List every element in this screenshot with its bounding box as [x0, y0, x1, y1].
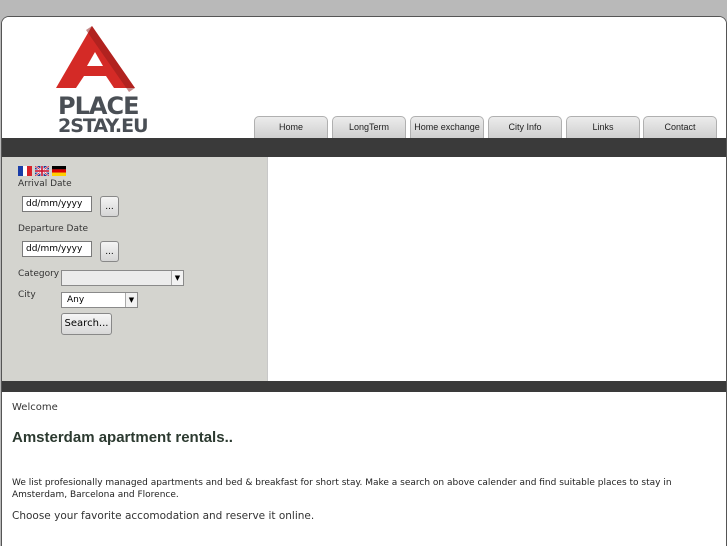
flag-uk-icon[interactable]	[35, 166, 49, 176]
nav-tab-links[interactable]: Links	[566, 116, 640, 138]
reserve-paragraph: Choose your favorite accomodation and re…	[12, 510, 315, 522]
departure-date-input[interactable]	[22, 241, 92, 257]
page: PLACE 2STAY.EU Home LongTerm Home exchan…	[1, 16, 727, 546]
departure-date-picker-button[interactable]: ...	[100, 241, 119, 262]
search-button[interactable]: Search...	[61, 313, 112, 335]
nav-tab-home[interactable]: Home	[254, 116, 328, 138]
site-logo[interactable]: PLACE 2STAY.EU	[56, 26, 149, 138]
nav-tab-city-info[interactable]: City Info	[488, 116, 562, 138]
page-heading: Amsterdam apartment rentals..	[12, 429, 233, 446]
city-select-value: Any	[67, 295, 85, 305]
flag-fr-icon[interactable]	[18, 166, 32, 176]
city-label: City	[18, 290, 36, 300]
arrival-date-picker-button[interactable]: ...	[100, 196, 119, 217]
nav-tab-home-exchange[interactable]: Home exchange	[410, 116, 484, 138]
nav-tab-contact[interactable]: Contact	[643, 116, 717, 138]
nav-tab-longterm[interactable]: LongTerm	[332, 116, 406, 138]
category-select[interactable]: ▼	[61, 270, 184, 286]
logo-text-domain: 2STAY.EU	[58, 115, 149, 137]
intro-paragraph: We list profesionally managed apartments…	[12, 478, 672, 500]
flag-de-icon[interactable]	[52, 166, 66, 176]
logo-a-icon	[56, 26, 135, 92]
chevron-down-icon: ▼	[171, 271, 183, 285]
main-feature-area	[268, 157, 726, 381]
search-panel: Arrival Date ... Departure Date ... Cate…	[2, 157, 268, 381]
welcome-text: Welcome	[12, 402, 58, 413]
category-label: Category	[18, 269, 60, 279]
arrival-date-input[interactable]	[22, 196, 92, 212]
bottom-divider-bar	[2, 381, 726, 392]
arrival-date-label: Arrival Date	[18, 179, 72, 189]
departure-date-label: Departure Date	[18, 224, 89, 234]
chevron-down-icon: ▼	[125, 293, 137, 307]
content-area: Welcome Amsterdam apartment rentals.. We…	[2, 392, 726, 546]
header: PLACE 2STAY.EU Home LongTerm Home exchan…	[2, 17, 726, 138]
city-select[interactable]: Any ▼	[61, 292, 138, 308]
top-divider-bar	[2, 138, 726, 157]
